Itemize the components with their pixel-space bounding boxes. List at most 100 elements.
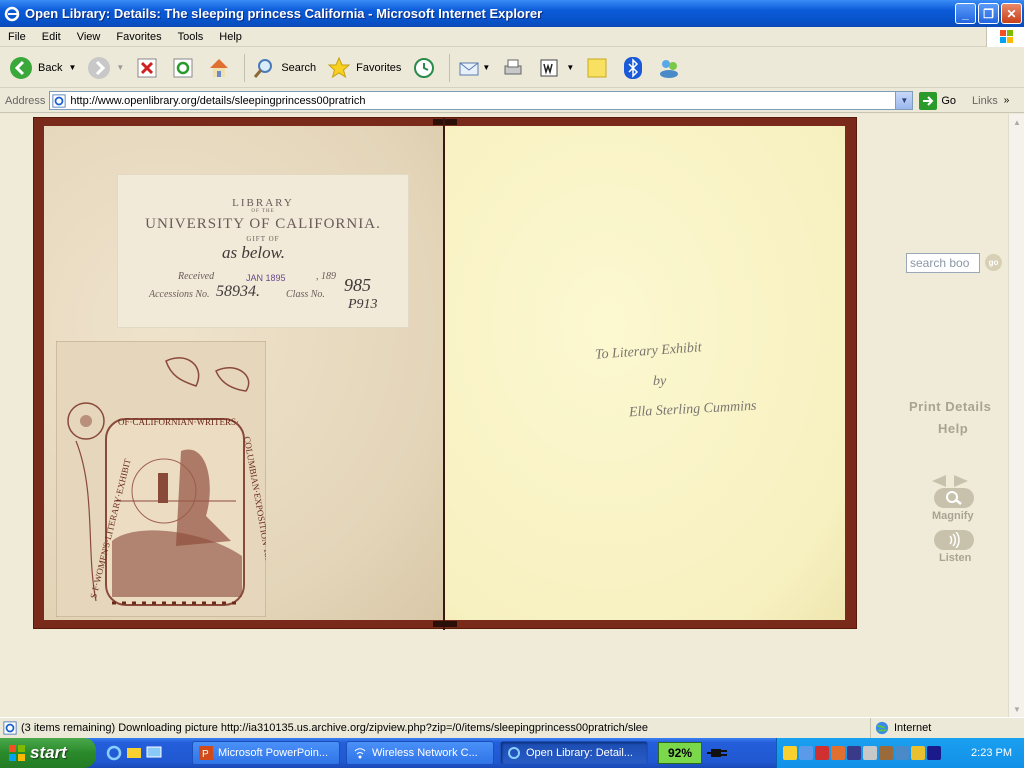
class-number-suffix: P913 bbox=[348, 297, 378, 312]
ie-logo-icon bbox=[4, 6, 20, 21]
menu-favorites[interactable]: Favorites bbox=[108, 31, 169, 43]
battery-percent: 92% bbox=[667, 746, 693, 760]
start-button[interactable]: start bbox=[0, 738, 96, 768]
mail-dropdown-icon[interactable]: ▼ bbox=[482, 63, 490, 72]
spine-top bbox=[433, 119, 457, 125]
go-button[interactable]: Go bbox=[919, 91, 957, 110]
edit-button[interactable]: ▼ bbox=[534, 51, 576, 85]
edit-document-icon bbox=[536, 55, 562, 81]
menu-help[interactable]: Help bbox=[211, 31, 250, 43]
power-plug-icon[interactable] bbox=[706, 742, 730, 764]
menu-edit[interactable]: Edit bbox=[34, 31, 69, 43]
refresh-button[interactable] bbox=[168, 51, 198, 85]
search-icon bbox=[251, 55, 277, 81]
toolbar-separator bbox=[449, 53, 451, 82]
task-open-library[interactable]: Open Library: Detail... bbox=[500, 741, 648, 765]
go-label: Go bbox=[941, 94, 957, 107]
close-button[interactable]: ✕ bbox=[1001, 3, 1022, 24]
back-button[interactable]: Back ▼ bbox=[6, 51, 78, 85]
close-icon: ✕ bbox=[1006, 6, 1017, 21]
menu-tools[interactable]: Tools bbox=[170, 31, 212, 43]
label-of-the: OF THE bbox=[251, 209, 275, 214]
forward-button[interactable]: ▼ bbox=[84, 51, 126, 85]
battery-indicator[interactable]: 92% bbox=[658, 742, 702, 764]
address-input[interactable]: http://www.openlibrary.org/details/sleep… bbox=[49, 91, 914, 110]
tray-tool-icon[interactable] bbox=[879, 746, 893, 760]
desktop-quicklaunch-icon[interactable] bbox=[146, 745, 162, 761]
minimize-button[interactable]: _ bbox=[955, 3, 976, 24]
search-go-button[interactable]: go bbox=[985, 254, 1002, 271]
maximize-button[interactable]: ❐ bbox=[978, 3, 999, 24]
ie-quicklaunch-icon[interactable] bbox=[106, 745, 122, 761]
clock[interactable]: 2:23 PM bbox=[971, 747, 1012, 759]
forward-dropdown-icon[interactable]: ▼ bbox=[116, 63, 124, 72]
tray-security-icon[interactable] bbox=[815, 746, 829, 760]
right-page[interactable]: To Literary Exhibit by Ella Sterling Cum… bbox=[445, 126, 845, 620]
print-button[interactable] bbox=[498, 51, 528, 85]
printer-icon bbox=[500, 55, 526, 81]
bluetooth-button[interactable] bbox=[618, 51, 648, 85]
inscription-line-1: To Literary Exhibit bbox=[594, 340, 703, 363]
home-button[interactable] bbox=[204, 51, 234, 85]
status-message: (3 items remaining) Downloading picture … bbox=[21, 722, 649, 734]
stop-button[interactable] bbox=[132, 51, 162, 85]
tray-display-icon[interactable] bbox=[847, 746, 861, 760]
magnify-button[interactable] bbox=[934, 488, 974, 508]
address-label: Address bbox=[5, 94, 46, 107]
back-dropdown-icon[interactable]: ▼ bbox=[68, 63, 76, 72]
home-icon bbox=[206, 55, 232, 81]
tray-volume-icon[interactable] bbox=[863, 746, 877, 760]
standard-toolbar: Back ▼ ▼ Search Favorites ▼ ▼ bbox=[0, 48, 1024, 88]
mail-button[interactable]: ▼ bbox=[454, 51, 492, 85]
bluetooth-icon bbox=[620, 55, 646, 81]
task-wireless[interactable]: Wireless Network C... bbox=[346, 741, 494, 765]
previous-page-icon[interactable] bbox=[930, 473, 948, 489]
tray-alert-icon[interactable] bbox=[831, 746, 845, 760]
tray-network-icon[interactable] bbox=[799, 746, 813, 760]
page-icon bbox=[52, 93, 66, 108]
links-chevron-icon[interactable]: » bbox=[1004, 95, 1010, 106]
window-title: Open Library: Details: The sleeping prin… bbox=[25, 6, 543, 21]
minimize-icon: _ bbox=[962, 6, 969, 21]
label-university: UNIVERSITY OF CALIFORNIA. bbox=[145, 216, 381, 232]
book-search-input[interactable]: search boo bbox=[906, 253, 980, 273]
address-dropdown-icon[interactable]: ▼ bbox=[895, 92, 913, 109]
help-link[interactable]: Help bbox=[938, 421, 968, 436]
links-button[interactable]: Links bbox=[972, 95, 998, 107]
spine-bottom bbox=[433, 621, 457, 627]
next-page-icon[interactable] bbox=[952, 473, 970, 489]
favorites-button[interactable]: Favorites bbox=[324, 51, 403, 85]
left-page[interactable]: LIBRARY OF THE UNIVERSITY OF CALIFORNIA.… bbox=[44, 126, 444, 620]
tray-media-icon[interactable] bbox=[927, 746, 941, 760]
scroll-up-icon[interactable]: ▲ bbox=[1009, 114, 1024, 130]
listen-button[interactable] bbox=[934, 530, 974, 550]
scroll-down-icon[interactable]: ▼ bbox=[1009, 701, 1024, 717]
menu-file[interactable]: File bbox=[0, 31, 34, 43]
search-label: Search bbox=[281, 61, 317, 74]
book-viewer[interactable]: LIBRARY OF THE UNIVERSITY OF CALIFORNIA.… bbox=[33, 117, 857, 630]
address-bar: Address http://www.openlibrary.org/detai… bbox=[0, 89, 1024, 113]
tray-warning-icon[interactable] bbox=[911, 746, 925, 760]
title-bar[interactable]: Open Library: Details: The sleeping prin… bbox=[0, 0, 1024, 27]
notes-button[interactable] bbox=[582, 51, 612, 85]
vertical-scrollbar[interactable]: ▲ ▼ bbox=[1008, 114, 1024, 717]
menu-view[interactable]: View bbox=[69, 31, 109, 43]
messenger-button[interactable] bbox=[654, 51, 684, 85]
tray-app-icon[interactable] bbox=[783, 746, 797, 760]
outlook-quicklaunch-icon[interactable] bbox=[126, 745, 142, 761]
star-icon bbox=[326, 55, 352, 81]
tray-monitor-icon[interactable] bbox=[895, 746, 909, 760]
stop-icon bbox=[134, 55, 160, 81]
history-button[interactable] bbox=[409, 51, 439, 85]
accession-number: 58934. bbox=[216, 283, 260, 300]
task-powerpoint[interactable]: P Microsoft PowerPoin... bbox=[192, 741, 340, 765]
refresh-icon bbox=[170, 55, 196, 81]
status-bar: (3 items remaining) Downloading picture … bbox=[0, 717, 1024, 738]
edit-dropdown-icon[interactable]: ▼ bbox=[566, 63, 574, 72]
inscription-line-2: by bbox=[653, 374, 667, 389]
print-details-link[interactable]: Print Details bbox=[909, 399, 991, 414]
messenger-icon bbox=[656, 55, 682, 81]
search-button[interactable]: Search bbox=[249, 51, 318, 85]
security-zone[interactable]: Internet bbox=[870, 718, 1024, 738]
label-accessions: Accessions No. bbox=[149, 289, 210, 300]
